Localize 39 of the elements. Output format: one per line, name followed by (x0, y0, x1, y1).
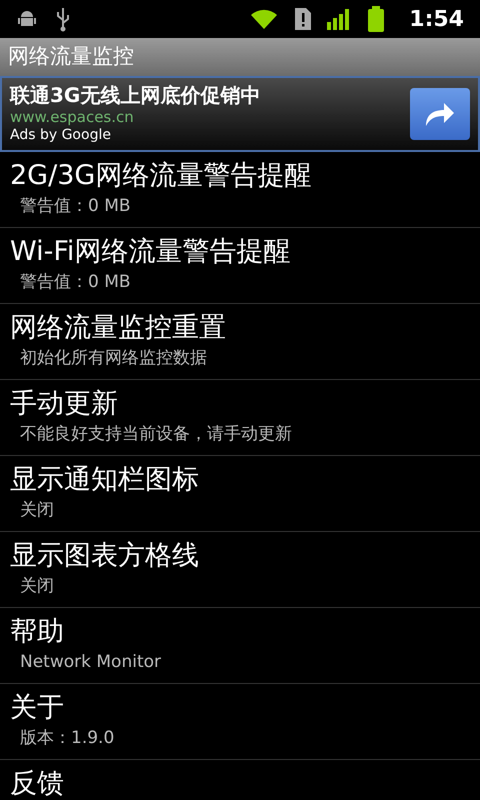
setting-summary: 版本：1.9.0 (19, 727, 116, 750)
setting-summary: Network Monitor (19, 651, 162, 674)
usb-icon (54, 6, 72, 32)
settings-item[interactable]: 网络流量监控重置 初始化所有网络监控数据 (0, 304, 480, 380)
setting-title: Wi-Fi网络流量警告提醒 (10, 235, 292, 269)
settings-item[interactable]: 手动更新 不能良好支持当前设备，请手动更新 (0, 380, 480, 456)
ad-url: www.espaces.cn (10, 108, 135, 128)
setting-title: 手动更新 (10, 387, 119, 421)
setting-summary: 关闭 (19, 499, 55, 522)
signal-icon (327, 8, 352, 30)
settings-item[interactable]: 反馈 (0, 760, 480, 800)
setting-title: 关于 (10, 691, 65, 725)
setting-title: 2G/3G网络流量警告提醒 (10, 159, 312, 193)
setting-summary: 警告值：0 MB (19, 271, 132, 294)
share-button[interactable] (410, 88, 470, 140)
settings-item[interactable]: Wi-Fi网络流量警告提醒 警告值：0 MB (0, 228, 480, 304)
window-title: 网络流量监控 (8, 43, 134, 70)
setting-summary: 不能良好支持当前设备，请手动更新 (19, 423, 293, 446)
settings-item[interactable]: 关于 版本：1.9.0 (0, 684, 480, 760)
battery-icon (367, 6, 386, 32)
setting-title: 网络流量监控重置 (10, 311, 227, 345)
setting-summary: 初始化所有网络监控数据 (19, 347, 208, 370)
settings-item[interactable]: 显示图表方格线 关闭 (0, 532, 480, 608)
alert-icon (295, 8, 312, 30)
clock: 1:54 (409, 6, 464, 34)
ad-headline: 联通3G无线上网底价促销中 (10, 83, 262, 108)
wifi-icon (249, 7, 280, 31)
ad-attribution: Ads by Google (10, 127, 112, 145)
setting-summary: 警告值：0 MB (19, 195, 132, 218)
arrow-icon (424, 100, 456, 128)
settings-item[interactable]: 显示通知栏图标 关闭 (0, 456, 480, 532)
setting-summary: 关闭 (19, 575, 55, 598)
settings-item[interactable]: 2G/3G网络流量警告提醒 警告值：0 MB (0, 152, 480, 228)
setting-title: 显示通知栏图标 (10, 463, 200, 497)
setting-title: 显示图表方格线 (10, 539, 200, 573)
setting-title: 反馈 (10, 767, 65, 800)
setting-title: 帮助 (10, 615, 65, 649)
settings-item[interactable]: 帮助 Network Monitor (0, 608, 480, 684)
ad-banner[interactable]: 联通3G无线上网底价促销中 www.espaces.cn Ads by Google (0, 76, 480, 152)
